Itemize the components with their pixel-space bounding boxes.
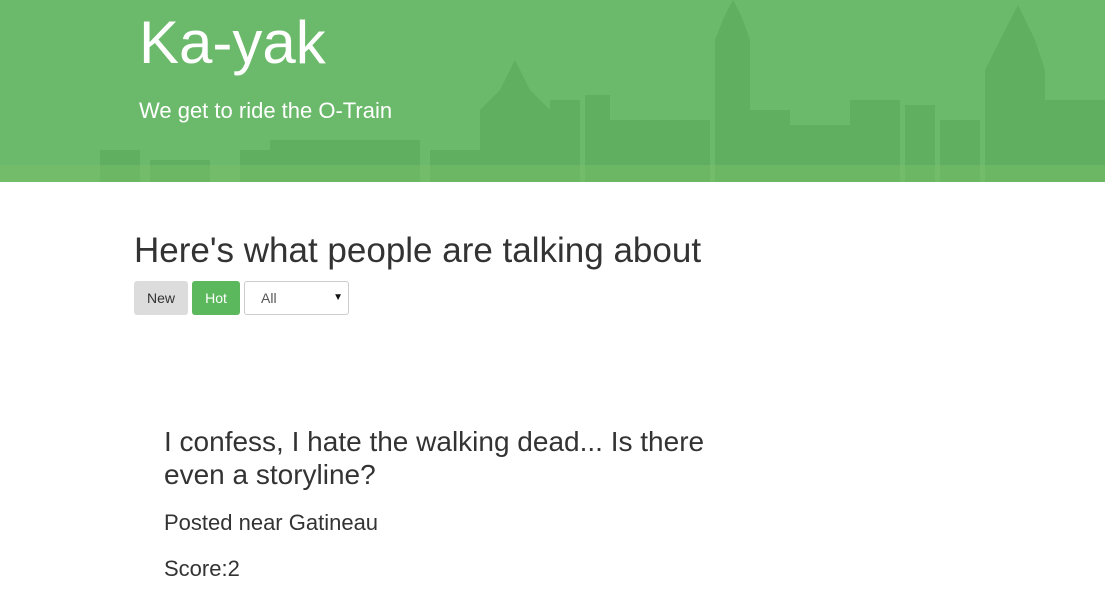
page-title: Here's what people are talking about — [134, 231, 702, 270]
post-text: I confess, I hate the walking dead... Is… — [164, 426, 705, 490]
caret-down-icon: ▼ — [333, 292, 343, 303]
filter-select-value: All — [261, 290, 277, 306]
sort-hot-button[interactable]: Hot — [192, 281, 240, 315]
filter-select[interactable]: All ▼ — [244, 281, 349, 315]
sort-controls: New Hot All ▼ — [134, 281, 349, 315]
site-title: Ka-yak — [139, 9, 326, 76]
post-score: Score:2 — [164, 556, 240, 581]
sort-new-button[interactable]: New — [134, 281, 188, 315]
post-card: I confess, I hate the walking dead... Is… — [164, 425, 724, 583]
post-location: Posted near Gatineau — [164, 510, 379, 535]
header-banner: Ka-yak We get to ride the O-Train — [0, 0, 1105, 182]
site-tagline: We get to ride the O-Train — [139, 98, 393, 123]
